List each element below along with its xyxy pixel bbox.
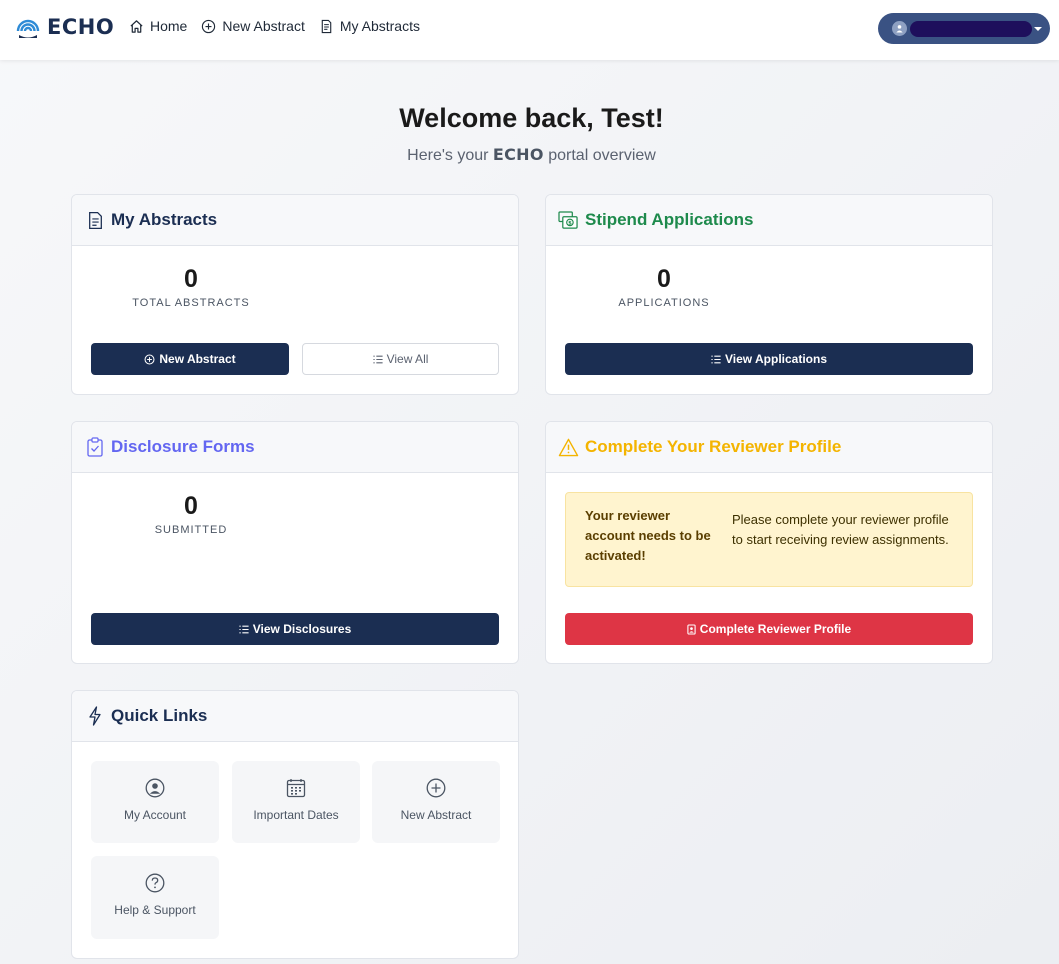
button-label: New Abstract <box>159 352 236 366</box>
brand-name: ECHO <box>47 15 115 39</box>
view-applications-button[interactable]: View Applications <box>565 343 973 375</box>
subtitle-text-after: portal overview <box>543 147 656 164</box>
clipboard-check-icon <box>87 437 103 457</box>
stat-value: 0 <box>184 492 198 520</box>
nav-links: Home New Abstract My Abstracts <box>129 18 434 34</box>
stat-value: 0 <box>657 265 671 293</box>
nav-link-my-abstracts[interactable]: My Abstracts <box>319 18 420 34</box>
quick-link-my-account[interactable]: My Account <box>91 761 219 843</box>
home-icon <box>130 19 143 33</box>
quick-link-label: New Abstract <box>400 808 472 822</box>
button-label: Complete Reviewer Profile <box>699 622 852 636</box>
my-abstracts-card: My Abstracts 0 TOTAL ABSTRACTS New Abstr… <box>71 194 519 395</box>
stat-value: 0 <box>184 265 198 293</box>
card-title: Disclosure Forms <box>111 437 255 456</box>
stat-label: TOTAL ABSTRACTS <box>132 297 250 309</box>
plus-circle-icon <box>426 778 446 798</box>
total-abstracts-stat: 0 TOTAL ABSTRACTS <box>91 265 291 309</box>
card-title: My Abstracts <box>111 210 218 229</box>
plus-circle-icon <box>202 19 216 33</box>
plus-circle-icon <box>144 354 155 364</box>
stat-label: APPLICATIONS <box>618 297 710 309</box>
alert-message: Please complete your reviewer profile to… <box>732 512 949 547</box>
reviewer-profile-card: Complete Your Reviewer Profile Your revi… <box>545 421 993 664</box>
alert-heading: Your reviewer account needs to be activa… <box>585 508 711 563</box>
file-text-icon <box>89 211 102 229</box>
svg-text:$: $ <box>568 220 572 226</box>
lightning-icon <box>89 706 101 726</box>
file-text-icon <box>321 19 332 33</box>
quick-links-card: Quick Links My Account Important Dates N… <box>71 690 519 959</box>
card-title: Complete Your Reviewer Profile <box>585 437 842 456</box>
nav-link-label: My Abstracts <box>339 18 420 34</box>
page-subtitle: Here's your ECHO portal overview <box>0 145 1059 165</box>
list-icon <box>239 625 249 633</box>
stipend-applications-card: $ Stipend Applications 0 APPLICATIONS Vi… <box>545 194 993 395</box>
nav-link-new-abstract[interactable]: New Abstract <box>201 18 305 34</box>
card-header: Quick Links <box>72 691 518 742</box>
card-header: My Abstracts <box>72 195 518 246</box>
card-title: Quick Links <box>111 706 208 725</box>
subtitle-text-before: Here's your <box>407 147 493 164</box>
nav-link-home[interactable]: Home <box>129 18 187 34</box>
avatar <box>892 21 907 36</box>
cash-stack-icon: $ <box>558 210 578 229</box>
button-label: View Applications <box>724 352 828 366</box>
reviewer-activation-alert: Your reviewer account needs to be activa… <box>565 492 973 587</box>
user-menu-button[interactable] <box>878 13 1050 44</box>
question-circle-icon <box>145 873 165 893</box>
warning-triangle-icon <box>558 438 579 456</box>
quick-link-new-abstract[interactable]: New Abstract <box>372 761 500 843</box>
card-header: $ Stipend Applications <box>546 195 992 246</box>
user-circle-icon <box>145 778 165 798</box>
submitted-stat: 0 SUBMITTED <box>91 492 291 536</box>
person-badge-icon <box>687 623 696 635</box>
subtitle-brand: ECHO <box>492 145 544 164</box>
card-header: Disclosure Forms <box>72 422 518 473</box>
card-header: Complete Your Reviewer Profile <box>546 422 992 473</box>
nav-link-label: New Abstract <box>222 18 305 34</box>
complete-reviewer-profile-button[interactable]: Complete Reviewer Profile <box>565 613 973 645</box>
quick-link-important-dates[interactable]: Important Dates <box>232 761 360 843</box>
new-abstract-button[interactable]: New Abstract <box>91 343 289 375</box>
list-icon <box>711 355 721 363</box>
button-label: View Disclosures <box>252 622 352 636</box>
user-icon <box>896 25 903 33</box>
quick-link-help-support[interactable]: Help & Support <box>91 856 219 939</box>
view-disclosures-button[interactable]: View Disclosures <box>91 613 499 645</box>
quick-link-label: Help & Support <box>114 903 196 917</box>
page-title: Welcome back, Test! <box>399 103 664 133</box>
view-all-abstracts-button[interactable]: View All <box>302 343 499 375</box>
top-navbar: ECHO Home New Abstract My Abstracts <box>0 0 1059 60</box>
brand-logo[interactable]: ECHO <box>15 14 114 40</box>
stat-label: SUBMITTED <box>154 524 228 536</box>
quick-link-label: Important Dates <box>253 808 339 822</box>
disclosure-forms-card: Disclosure Forms 0 SUBMITTED View Disclo… <box>71 421 519 664</box>
calendar-icon <box>286 779 306 798</box>
nav-link-label: Home <box>150 18 188 34</box>
echo-logo-icon <box>16 19 40 38</box>
card-title: Stipend Applications <box>585 210 754 229</box>
applications-stat: 0 APPLICATIONS <box>564 265 764 309</box>
button-label: View All <box>386 352 429 366</box>
list-icon <box>373 355 383 363</box>
quick-link-label: My Account <box>123 808 187 822</box>
user-name-redacted <box>910 20 1032 37</box>
caret-down-icon <box>1034 26 1042 31</box>
